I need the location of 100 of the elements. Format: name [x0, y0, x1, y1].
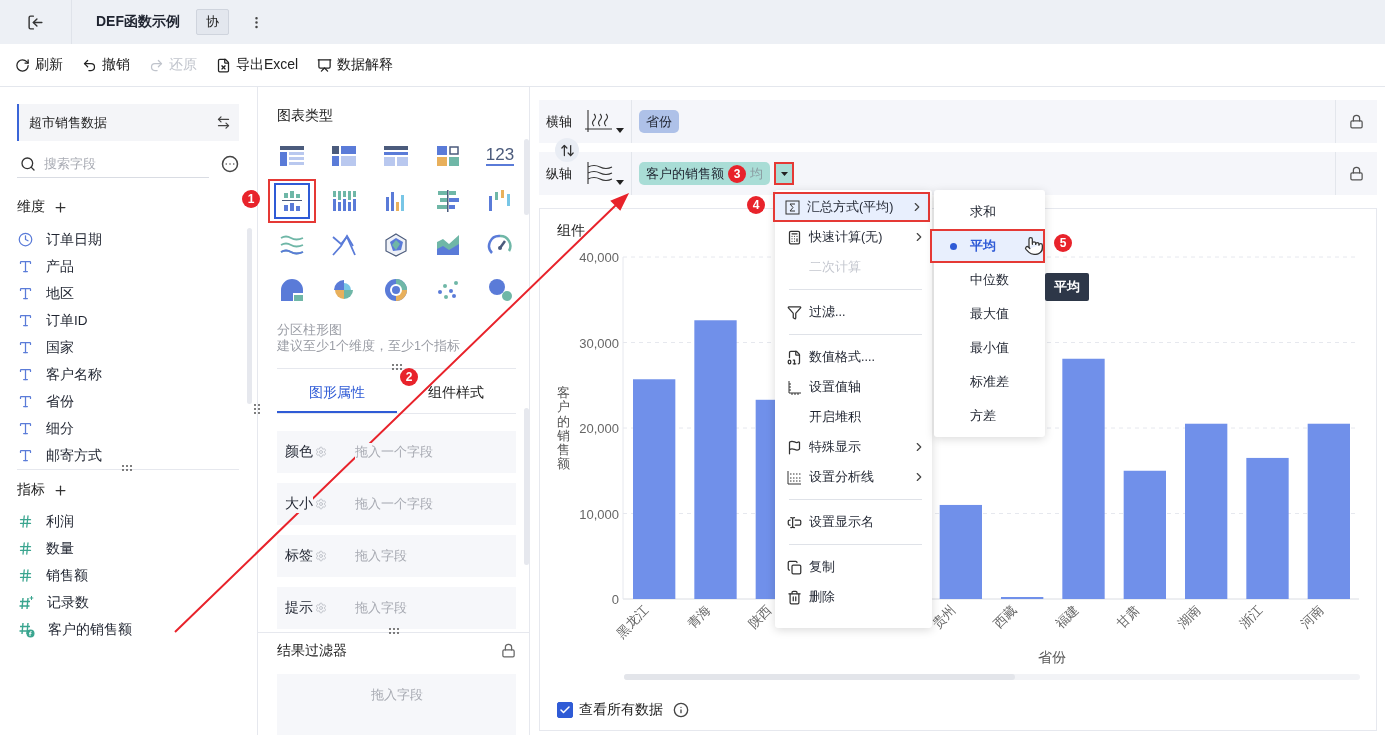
field-item[interactable]: 产品 — [17, 253, 239, 280]
redo-icon — [149, 57, 164, 73]
add-icon[interactable] — [53, 199, 68, 215]
axis-tick-label: 30,000 — [579, 335, 619, 351]
filter-icon — [787, 304, 802, 320]
tab[interactable]: 图形属性 — [277, 375, 397, 413]
chart-type-name: 分区柱形图 — [277, 321, 343, 338]
property-label: 颜色 — [285, 442, 313, 461]
section-title: 维度 — [17, 198, 45, 216]
lock-icon[interactable] — [1349, 114, 1364, 129]
field-item[interactable]: 订单日期 — [17, 226, 239, 253]
field-item[interactable]: 地区 — [17, 280, 239, 307]
checkbox[interactable] — [557, 702, 573, 718]
text-type-icon — [18, 394, 33, 409]
search-field[interactable]: 搜索字段 — [17, 150, 209, 178]
property-label: 大小 — [285, 494, 313, 513]
scrollbar[interactable] — [247, 228, 252, 404]
explain-icon — [317, 57, 333, 73]
resize-handle-icon[interactable] — [390, 362, 403, 371]
scrollbar[interactable] — [524, 408, 529, 565]
drop-placeholder: 拖入字段 — [355, 546, 407, 565]
refresh-icon — [15, 57, 30, 73]
report-title: DEF函数示例 — [96, 13, 180, 31]
axis-type-icon — [584, 109, 614, 133]
menu-item[interactable]: 方差 — [934, 399, 1045, 433]
field-item[interactable]: 利润 — [17, 508, 239, 535]
copy-icon — [787, 559, 802, 575]
axis-type-button[interactable] — [584, 152, 632, 195]
waterfall-chart-icon — [487, 187, 513, 214]
menu-item[interactable]: 复制 — [775, 552, 932, 582]
lock-icon[interactable] — [1349, 166, 1364, 181]
menu-item[interactable]: 删除 — [775, 582, 932, 612]
field-item[interactable]: 销售额 — [17, 562, 239, 589]
menu-item[interactable]: 过滤... — [775, 297, 932, 327]
cross-line-chart-icon — [331, 232, 357, 258]
menu-item[interactable]: 汇总方式(平均) — [773, 192, 930, 222]
toolbar-button[interactable]: 导出Excel — [216, 56, 299, 74]
toolbar-button[interactable]: 数据解释 — [317, 56, 394, 74]
more-icon[interactable] — [221, 155, 239, 173]
field-item[interactable]: 数量 — [17, 535, 239, 562]
menu-item[interactable]: 最大值 — [934, 297, 1045, 331]
menu-item[interactable]: 设置显示名 — [775, 507, 932, 537]
widget-title: 组件 — [557, 222, 585, 240]
dataset-name[interactable]: 超市销售数据 — [29, 113, 107, 132]
exit-icon[interactable] — [27, 13, 44, 31]
menu-item[interactable]: 数值格式.... — [775, 342, 932, 372]
scrollbar[interactable] — [524, 139, 529, 215]
dropdown-button[interactable] — [774, 162, 794, 185]
chart-type-button[interactable]: 123 — [476, 134, 524, 178]
drop-field[interactable]: 提示 拖入字段 — [277, 586, 516, 629]
axis-label: 纵轴 — [546, 164, 573, 183]
excel-icon — [216, 57, 231, 73]
resize-handle-icon[interactable] — [253, 403, 261, 415]
field-item[interactable]: 客户名称 — [17, 361, 239, 388]
field-item[interactable]: 省份 — [17, 388, 239, 415]
field-item[interactable]: 订单ID — [17, 307, 239, 334]
property-label: 标签 — [285, 546, 313, 565]
drop-field[interactable]: 标签 拖入字段 — [277, 534, 516, 577]
info-icon[interactable] — [673, 702, 689, 718]
field-item[interactable]: 记录数 — [17, 589, 239, 616]
menu-item[interactable]: 标准差 — [934, 365, 1045, 399]
hand-cursor-icon — [1024, 236, 1044, 256]
axis-label: 青海 — [684, 602, 714, 632]
field-name: 邮寄方式 — [46, 446, 102, 465]
lock-icon[interactable] — [501, 643, 516, 658]
menu-item[interactable]: 平均 — [930, 229, 1045, 263]
field-pill[interactable]: 省份 — [639, 110, 679, 133]
axis-type-button[interactable] — [584, 100, 632, 143]
field-item[interactable]: 客户的销售额 — [17, 616, 239, 643]
pie-chart-icon — [279, 276, 305, 303]
field-name: 地区 — [46, 284, 74, 303]
resize-handle-icon[interactable] — [121, 464, 133, 472]
toolbar-button[interactable]: 刷新 — [15, 56, 63, 74]
menu-item[interactable]: 设置分析线 — [775, 462, 932, 492]
radar-chart-icon — [383, 232, 409, 258]
field-pill[interactable]: 客户的销售额 3 均 — [639, 162, 770, 185]
menu-item[interactable]: 求和 — [934, 195, 1045, 229]
axis-label: 西藏 — [990, 602, 1020, 632]
analysis-lines-icon — [787, 469, 802, 485]
sunburst-chart-icon — [383, 276, 409, 303]
field-item[interactable]: 国家 — [17, 334, 239, 361]
menu-item[interactable]: 设置值轴 — [775, 372, 932, 402]
menu-item[interactable]: 最小值 — [934, 331, 1045, 365]
menu-item[interactable]: 特殊显示 — [775, 432, 932, 462]
step-badge: 3 — [728, 164, 746, 183]
chart-type-button[interactable] — [268, 178, 316, 223]
calculator-icon — [787, 229, 802, 245]
field-item[interactable]: 细分 — [17, 415, 239, 442]
field-item[interactable]: 邮寄方式 — [17, 442, 239, 469]
text-type-icon — [18, 421, 33, 436]
menu-item[interactable]: 快速计算(无) — [775, 222, 932, 252]
switch-icon[interactable] — [216, 115, 231, 130]
menu-item[interactable]: 开启堆积 — [775, 402, 932, 432]
resize-handle-icon[interactable] — [387, 626, 400, 635]
menu-item[interactable]: 中位数 — [934, 263, 1045, 297]
toolbar-button[interactable]: 撤销 — [82, 56, 130, 74]
add-icon[interactable] — [53, 482, 68, 498]
scrollbar[interactable] — [624, 674, 1360, 680]
collaboration-badge[interactable]: 协 — [196, 9, 229, 35]
axis-tick-label: 10,000 — [579, 506, 619, 522]
